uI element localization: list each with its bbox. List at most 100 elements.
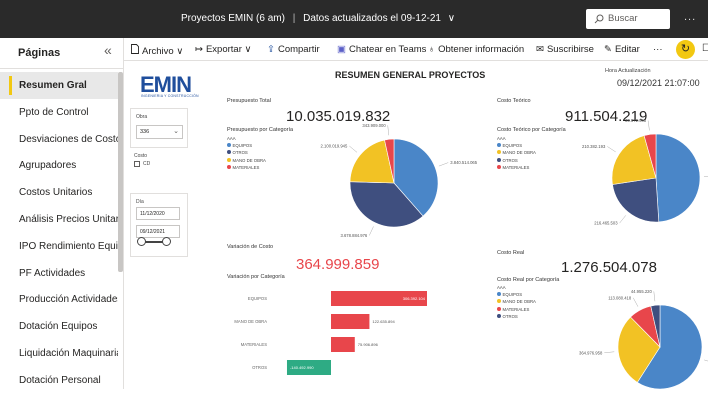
legend-item[interactable]: MANO DE OBRA [497,149,536,156]
legend-title: AAA [497,135,536,142]
archivo-menu[interactable]: Archivo ∨ [131,44,183,57]
sidebar-scrollbar[interactable] [118,72,123,272]
more-options-button[interactable]: ... [684,11,696,23]
bar-mano-de-obra [331,314,369,329]
search-input[interactable]: Buscar [586,9,670,29]
chevron-down-icon: ⌄ [173,127,179,135]
pie-data-label: 113.080.418 [608,295,632,300]
legend-item[interactable]: OTROS [497,157,536,164]
data-updated-dropdown[interactable]: Datos actualizados el 09-12-21 ∨ [303,13,455,24]
bar-data-label: -140.492.990 [290,365,314,370]
bar-category-label: MATERIALES [241,342,267,347]
legend-label: EQUIPOS [233,143,253,148]
legend-item[interactable]: MATERIALES [497,164,536,171]
legend-item[interactable]: MATERIALES [497,306,536,313]
date-from-input[interactable]: 11/12/2020 [136,207,180,220]
pie-data-label: 216.465.503 [594,221,618,226]
chart-title-presupuesto: Presupuesto por Categoría [227,127,293,133]
pie-data-label: 3.678.884.976 [340,233,367,238]
legend-dot [227,143,231,147]
chart-title-costo-real: Costo Real por Categoría [497,277,559,283]
title-separator: | [293,13,296,24]
search-placeholder: Buscar [608,13,638,24]
date-to-input[interactable]: 09/12/2021 [136,225,180,238]
pie-data-label: 210.382.193 [582,144,606,149]
page-list: Resumen Gral Ppto de Control Desviacione… [0,72,118,394]
export-icon: ↦ [195,44,203,55]
slider-handle-end[interactable] [162,237,171,246]
legend-item[interactable]: EQUIPOS [497,291,536,298]
cd-checkbox[interactable] [134,161,140,167]
chart-title-costo-teorico: Costo Teórico por Categoría [497,127,566,133]
legend-dot [497,292,501,296]
legend-item[interactable]: EQUIPOS [497,142,536,149]
legend-dot [497,143,501,147]
legend-dot [497,150,501,154]
data-updated-text: Datos actualizados el 09-12-21 [303,13,441,24]
page-item-analisis-precios[interactable]: Análisis Precios Unitar... [0,206,118,233]
page-item-liquidacion-maquinaria[interactable]: Liquidación Maquinaria [0,340,118,367]
page-item-dotacion-equipos[interactable]: Dotación Equipos [0,313,118,340]
page-item-pf-actividades[interactable]: PF Actividades [0,260,118,287]
costo-label: Costo [134,153,147,159]
chatear-teams-button[interactable]: ▣Chatear en Teams [337,44,426,55]
pie-slice-equipos [656,134,700,222]
legend-item[interactable]: MANO DE OBRA [497,298,536,305]
chevron-double-left-icon[interactable]: « [104,42,112,58]
legend-dot [497,158,501,162]
legend-label: MANO DE OBRA [233,158,266,163]
leader-line [439,163,448,167]
dia-label: Día [136,199,144,205]
bar-otros [287,360,331,375]
action-toolbar: Archivo ∨ ↦Exportar ∨ ⇪Compartir ▣Chatea… [124,38,708,61]
comment-icon[interactable]: ☐ [702,43,708,54]
legend-item[interactable]: OTROS [227,149,266,156]
legend-item[interactable]: MATERIALES [227,164,266,171]
leader-line [369,226,373,235]
legend-presupuesto: AAA EQUIPOS OTROS MANO DE OBRA MATERIALE… [227,135,266,171]
editar-button[interactable]: ✎Editar [604,44,640,55]
chevron-down-icon: ∨ [176,46,183,57]
compartir-button[interactable]: ⇪Compartir [267,44,320,55]
legend-dot [227,150,231,154]
suscribirse-button[interactable]: ✉Suscribirse [536,44,594,55]
legend-costo-teorico: AAA EQUIPOS MANO DE OBRA OTROS MATERIALE… [497,135,536,171]
obra-dropdown[interactable]: 336 ⌄ [136,125,183,139]
legend-item[interactable]: EQUIPOS [227,142,266,149]
page-item-resumen-gral[interactable]: Resumen Gral [0,72,118,99]
page-item-costos-unitarios[interactable]: Costos Unitarios [0,179,118,206]
leader-line [620,215,626,223]
legend-dot [497,165,501,169]
leader-line [704,360,708,363]
pie-slice-materiales [631,306,660,347]
exportar-menu[interactable]: ↦Exportar ∨ [195,44,251,55]
legend-dot [227,165,231,169]
toolbar-more-button[interactable]: ··· [653,44,663,55]
legend-label: MATERIALES [233,165,260,170]
mail-icon: ✉ [536,44,544,55]
page-item-desviaciones-costo[interactable]: Desviaciones de Costo [0,126,118,153]
obtener-informacion-button[interactable]: ♁Obtener información [428,44,524,55]
refresh-icon[interactable]: ↻ [676,40,695,59]
costo-teorico-label: Costo Teórico [497,98,531,104]
compartir-label: Compartir [278,44,320,55]
slider-handle-start[interactable] [137,237,146,246]
bar-category-label: EQUIPOS [248,296,267,301]
page-item-produccion-actividades[interactable]: Producción Actividades [0,286,118,313]
legend-item[interactable]: MANO DE OBRA [227,157,266,164]
pie-data-label: 44.955.220 [631,289,653,294]
pie-slice-otros [350,182,423,227]
legend-title: AAA [227,135,266,142]
leader-line [654,291,655,301]
obra-label: Obra [136,114,147,120]
leader-line [604,352,614,353]
presupuesto-total-value: 10.035.019.832 [286,108,390,125]
page-item-ipo-rendimiento[interactable]: IPO Rendimiento Equi... [0,233,118,260]
page-item-ppto-control[interactable]: Ppto de Control [0,99,118,126]
legend-item[interactable]: OTROS [497,313,536,320]
update-value: 09/12/2021 21:07:00 [617,78,700,88]
legend-label: MATERIALES [503,307,530,312]
page-item-dotacion-personal[interactable]: Dotación Personal [0,367,118,394]
page-item-agrupadores[interactable]: Agrupadores [0,152,118,179]
presupuesto-total-label: Presupuesto Total [227,98,271,104]
